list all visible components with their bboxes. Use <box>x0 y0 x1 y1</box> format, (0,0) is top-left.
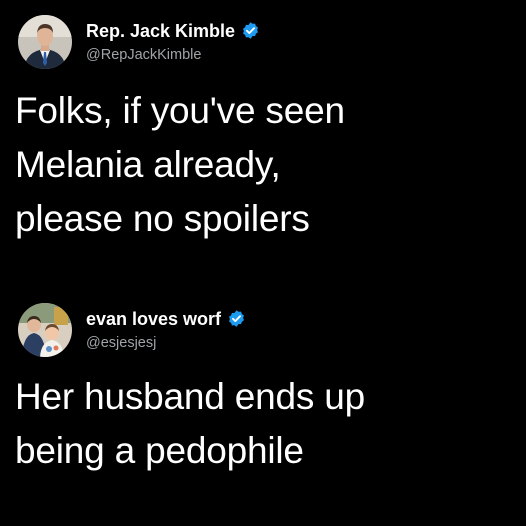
name-row: evan loves worf <box>86 308 246 330</box>
tweet-header: Rep. Jack Kimble @RepJackKimble <box>18 14 514 70</box>
verified-badge-icon <box>227 309 246 328</box>
tweet-header: evan loves worf @esjesjesj <box>18 302 514 358</box>
people-photo-avatar-icon <box>18 303 72 357</box>
person-in-suit-avatar-icon <box>18 15 72 69</box>
avatar[interactable] <box>18 15 72 69</box>
tweet-1: Rep. Jack Kimble @RepJackKimble Folks, i… <box>15 14 514 246</box>
handle[interactable]: @esjesjesj <box>86 333 246 353</box>
name-row: Rep. Jack Kimble <box>86 20 260 42</box>
author-info: evan loves worf @esjesjesj <box>86 308 246 353</box>
author-info: Rep. Jack Kimble @RepJackKimble <box>86 20 260 65</box>
handle[interactable]: @RepJackKimble <box>86 45 260 65</box>
tweet-text: Her husband ends up being a pedophile <box>15 376 366 471</box>
avatar[interactable] <box>18 303 72 357</box>
display-name[interactable]: evan loves worf <box>86 308 221 330</box>
tweet-2: evan loves worf @esjesjesj Her husband e… <box>15 302 514 478</box>
tweet-text: Folks, if you've seen Melania already, p… <box>15 90 345 239</box>
display-name[interactable]: Rep. Jack Kimble <box>86 20 235 42</box>
verified-badge-icon <box>241 21 260 40</box>
